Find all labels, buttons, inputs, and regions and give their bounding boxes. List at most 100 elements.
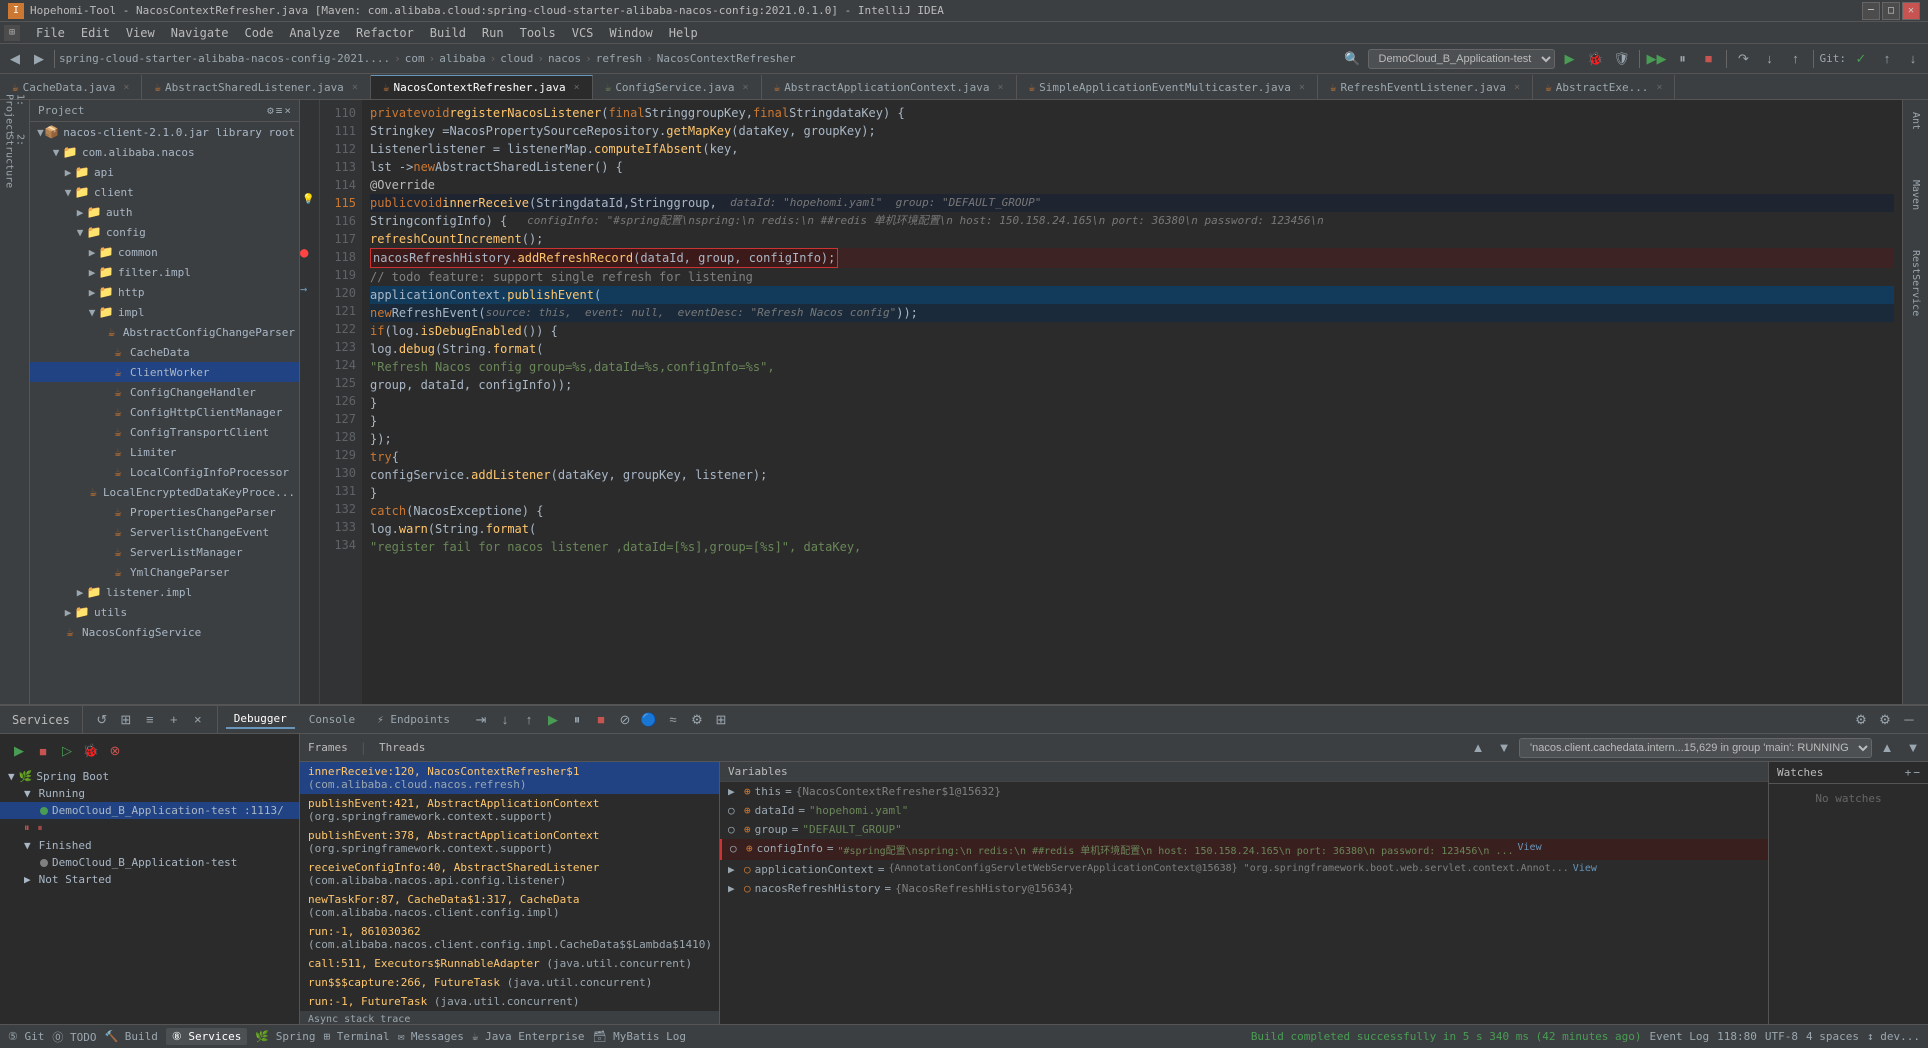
stop-btn-small[interactable]: ■ [32, 740, 54, 762]
sidebar-item-nacosconfigservice[interactable]: ☕ NacosConfigService [30, 622, 299, 642]
bc-project[interactable]: spring-cloud-starter-alibaba-nacos-confi… [59, 52, 390, 65]
debugger-tab[interactable]: Debugger [226, 710, 295, 729]
panel-settings-button[interactable]: ⚙ [1850, 709, 1872, 731]
service-democloudB-running[interactable]: DemoCloud_B_Application-test :1113/ [0, 802, 299, 819]
build-btn[interactable]: 🔨 Build [104, 1030, 157, 1043]
sidebar-item-common[interactable]: ▶ 📁 common [30, 242, 299, 262]
tab-nacoscontextrefresher[interactable]: ☕ NacosContextRefresher.java × [371, 75, 593, 99]
bc-refresh[interactable]: refresh [596, 52, 642, 65]
sidebar-item-listenerimpl[interactable]: ▶ 📁 listener.impl [30, 582, 299, 602]
thread-filter[interactable]: ▲ [1876, 737, 1898, 759]
sidebar-item-com-alibaba-nacos[interactable]: ▼ 📁 com.alibaba.nacos [30, 142, 299, 162]
search-button[interactable]: 🔍 [1342, 48, 1364, 70]
frame-run-lambda[interactable]: run:-1, 861030362 (com.alibaba.nacos.cli… [300, 922, 719, 954]
service-democloudB-finished[interactable]: DemoCloud_B_Application-test [0, 854, 299, 871]
thread-filter2[interactable]: ▼ [1902, 737, 1924, 759]
panel-gear-button[interactable]: ⚙ [1874, 709, 1896, 731]
debug-resume[interactable]: ▶ [542, 709, 564, 731]
messages-btn[interactable]: ✉ Messages [398, 1030, 464, 1043]
close-tab-configservice[interactable]: × [743, 82, 749, 93]
tab-abstractsharedlistener[interactable]: ☕ AbstractSharedListener.java × [142, 75, 370, 99]
minimize-button[interactable]: ─ [1862, 2, 1880, 20]
close-tab-abstractshared[interactable]: × [352, 82, 358, 93]
debug-step-over[interactable]: ⇥ [470, 709, 492, 731]
tab-abstractexe[interactable]: ☕ AbstractExe... × [1533, 75, 1675, 99]
project-tool-button[interactable]: 1: Project [4, 104, 26, 126]
frame-publishevent421[interactable]: publishEvent:421, AbstractApplicationCon… [300, 794, 719, 826]
var-configinfo[interactable]: ○ ⊕ configInfo = "#spring配置\nspring:\n r… [720, 839, 1768, 860]
debug-mute-breakpoints[interactable]: ⊘ [614, 709, 636, 731]
menu-run[interactable]: Run [474, 24, 512, 42]
tab-configservice[interactable]: ☕ ConfigService.java × [593, 75, 762, 99]
forward-button[interactable]: ▶ [28, 48, 50, 70]
code-content[interactable]: private void registerNacosListener(final… [362, 100, 1902, 704]
mybatis-log-btn[interactable]: 🗃 MyBatis Log [593, 1030, 686, 1043]
sidebar-close[interactable]: × [284, 104, 291, 117]
sidebar-item-cachedata[interactable]: ☕ CacheData [30, 342, 299, 362]
var-this[interactable]: ▶ ⊕ this = {NacosContextRefresher$1@1563… [720, 782, 1768, 801]
service-notstarted-group[interactable]: ▶ Not Started [0, 871, 299, 888]
refresh-services-button[interactable]: ↺ [91, 709, 113, 731]
var-dataid[interactable]: ○ ⊕ dataId = "hopehomi.yaml" [720, 801, 1768, 820]
sidebar-item-localconfiginfoproc[interactable]: ☕ LocalConfigInfoProcessor [30, 462, 299, 482]
menu-window[interactable]: Window [601, 24, 660, 42]
sidebar-item-http[interactable]: ▶ 📁 http [30, 282, 299, 302]
endpoints-tab[interactable]: ⚡ Endpoints [369, 711, 458, 728]
menu-code[interactable]: Code [237, 24, 282, 42]
frame-run-capture[interactable]: run$$$capture:266, FutureTask (java.util… [300, 973, 719, 992]
var-configinfo-view[interactable]: View [1518, 842, 1542, 853]
sidebar-item-filter-impl[interactable]: ▶ 📁 filter.impl [30, 262, 299, 282]
frame-publishevent378[interactable]: publishEvent:378, AbstractApplicationCon… [300, 826, 719, 858]
menu-tools[interactable]: Tools [512, 24, 564, 42]
menu-navigate[interactable]: Navigate [163, 24, 237, 42]
remove-watch-button[interactable]: − [1913, 766, 1920, 779]
maven-panel-button[interactable]: Maven [1908, 172, 1923, 218]
var-appcontext[interactable]: ▶ ○ applicationContext = {AnnotationConf… [720, 860, 1768, 879]
sidebar-item-configchangehandler[interactable]: ☕ ConfigChangeHandler [30, 382, 299, 402]
sidebar-item-confighttpclientmanager[interactable]: ☕ ConfigHttpClientManager [30, 402, 299, 422]
menu-vcs[interactable]: VCS [564, 24, 602, 42]
debug-step-into[interactable]: ↓ [494, 709, 516, 731]
sidebar-item-serverlistchangeevent[interactable]: ☕ ServerlistChangeEvent [30, 522, 299, 542]
menu-refactor[interactable]: Refactor [348, 24, 422, 42]
close-tab-nacos[interactable]: × [574, 82, 580, 93]
stop-all-btn-small[interactable]: ⊗ [104, 740, 126, 762]
frame-innerreceive[interactable]: innerReceive:120, NacosContextRefresher$… [300, 762, 719, 794]
step-out-button[interactable]: ↑ [1785, 48, 1807, 70]
debug-step-out[interactable]: ↑ [518, 709, 540, 731]
git-status-btn[interactable]: ⑤ Git [8, 1030, 44, 1043]
debug-btn-small[interactable]: 🐞 [80, 740, 102, 762]
sidebar-item-localencrypted[interactable]: ☕ LocalEncryptedDataKeyProce... [30, 482, 299, 502]
var-this-expand[interactable]: ▶ [728, 785, 740, 798]
close-tab-cachedata[interactable]: × [123, 82, 129, 93]
step-over-button[interactable]: ↷ [1733, 48, 1755, 70]
step-into-button[interactable]: ↓ [1759, 48, 1781, 70]
menu-help[interactable]: Help [661, 24, 706, 42]
thread-down[interactable]: ▼ [1493, 737, 1515, 759]
panel-minimize-button[interactable]: ─ [1898, 709, 1920, 731]
sidebar-item-nacos-jar[interactable]: ▼ 📦 nacos-client-2.1.0.jar library root [30, 122, 299, 142]
run-btn-small[interactable]: ▶ [8, 740, 30, 762]
close-tab-refresh[interactable]: × [1514, 82, 1520, 93]
run-with-coverage-button[interactable]: 🛡 [1611, 48, 1633, 70]
var-nacosrefreshhistory-expand[interactable]: ▶ [728, 882, 740, 895]
services-toggle-button[interactable]: ≡ [139, 709, 161, 731]
var-group[interactable]: ○ ⊕ group = "DEFAULT_GROUP" [720, 820, 1768, 839]
sidebar-item-propertieschangeparser[interactable]: ☕ PropertiesChangeParser [30, 502, 299, 522]
resume-btn-small[interactable]: ▷ [56, 740, 78, 762]
service-springboot-group[interactable]: ▼ 🌿 Spring Boot [0, 768, 299, 785]
sidebar-item-serverlistmanager[interactable]: ☕ ServerListManager [30, 542, 299, 562]
event-log-btn[interactable]: Event Log [1650, 1030, 1710, 1043]
close-tab-simpleapp[interactable]: × [1299, 82, 1305, 93]
run-config-selector[interactable]: DemoCloud_B_Application-test [1368, 49, 1555, 69]
var-nacosrefreshhistory[interactable]: ▶ ○ nacosRefreshHistory = {NacosRefreshH… [720, 879, 1768, 898]
git-button[interactable]: ✓ [1850, 48, 1872, 70]
git-push-button[interactable]: ↑ [1876, 48, 1898, 70]
sidebar-item-utils[interactable]: ▶ 📁 utils [30, 602, 299, 622]
bc-alibaba[interactable]: alibaba [439, 52, 485, 65]
service-running-group[interactable]: ▼ Running [0, 785, 299, 802]
sidebar-item-impl[interactable]: ▼ 📁 impl [30, 302, 299, 322]
sidebar-item-client[interactable]: ▼ 📁 client [30, 182, 299, 202]
bc-nacos[interactable]: nacos [548, 52, 581, 65]
terminal-btn[interactable]: ⊞ Terminal [323, 1030, 389, 1043]
